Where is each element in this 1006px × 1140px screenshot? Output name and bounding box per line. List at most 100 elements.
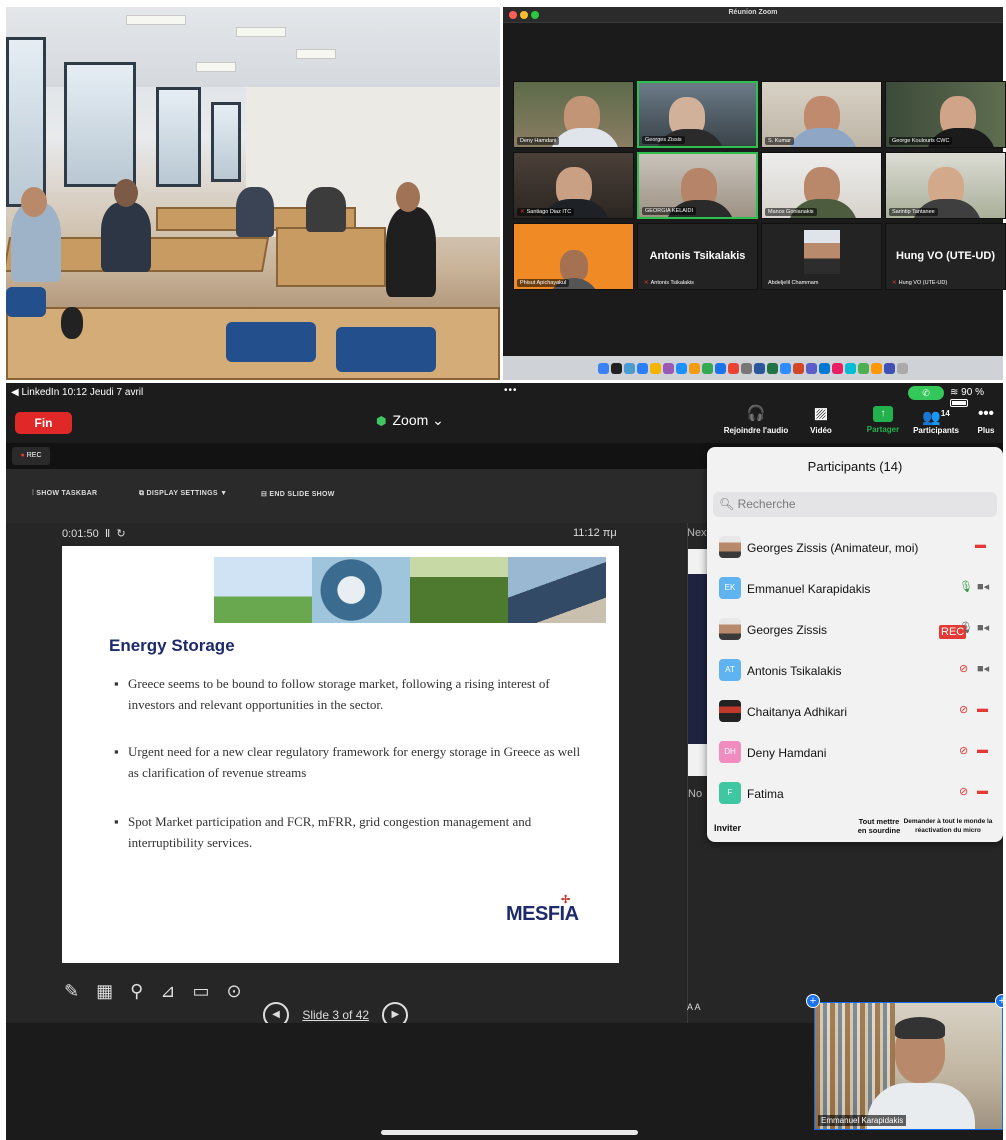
dock-app-icon[interactable] [806, 362, 817, 374]
video-tile-active-speaker[interactable]: Georges Zissis [637, 81, 758, 148]
video-tile[interactable]: George Koulouris CWC [885, 81, 1006, 148]
expand-handle-icon[interactable]: + [806, 994, 820, 1008]
display-icon: ⧉ [139, 490, 147, 497]
see-all-slides-icon[interactable]: ▦ [96, 981, 113, 1001]
self-video-thumbnail[interactable]: Emmanuel Karapidakis [814, 1002, 1003, 1130]
dock-app-icon[interactable] [767, 362, 778, 374]
participant-row[interactable]: F Fatima ⊘ ▬ [713, 776, 997, 812]
trash-icon[interactable] [897, 362, 908, 374]
participant-row[interactable]: Chaitanya Adhikari ⊘ ▬ [713, 694, 997, 730]
video-tile[interactable]: Manos Gonianakis [761, 152, 882, 219]
video-tile[interactable]: Deny Hamdani [513, 81, 634, 148]
pen-icon[interactable]: ✎ [64, 981, 79, 1001]
dock-app-icon[interactable] [845, 362, 856, 374]
participant-row[interactable]: DH Deny Hamdani ⊘ ▬ [713, 735, 997, 771]
notes-label: No [688, 788, 703, 800]
video-tile[interactable]: ✕ Santiago Diaz ITC [513, 152, 634, 219]
meeting-title[interactable]: ⬢ Zoom ⌄ [376, 412, 444, 429]
multitasking-dots[interactable]: ••• [504, 385, 518, 396]
tile-name: Phisut Apichayakul [517, 279, 570, 287]
tile-name: Deny Hamdani [517, 137, 560, 145]
dock-app-icon[interactable] [793, 362, 804, 374]
dock-app-icon[interactable] [637, 362, 648, 374]
dock-app-icon[interactable] [715, 362, 726, 374]
dock-app-icon[interactable] [819, 362, 830, 374]
font-size-controls[interactable]: A A [687, 1002, 701, 1012]
participant-name: Georges Zissis [747, 623, 828, 637]
dock-app-icon[interactable] [754, 362, 765, 374]
window [156, 87, 201, 187]
hair [895, 1017, 945, 1039]
video-tile[interactable]: Abdeljelil Chammam [761, 223, 882, 290]
dock-app-icon[interactable] [624, 362, 635, 374]
laser-pointer-icon[interactable]: ⊿ [160, 981, 175, 1001]
participant-row[interactable]: AT Antonis Tsikalakis ⊘ ■◂ [713, 653, 997, 689]
restart-icon[interactable]: ↻ [116, 528, 125, 540]
dock-app-icon[interactable] [663, 362, 674, 374]
participant-search-input[interactable]: 🔍︎ Recherche [713, 492, 997, 517]
participant-name: Chaitanya Adhikari [747, 705, 848, 719]
ask-all-unmute-button[interactable]: Demander à tout le monde la réactivation… [902, 817, 994, 835]
participants-footer: Inviter Tout mettre en sourdine Demander… [707, 815, 1003, 842]
more-button[interactable]: ••• Plus [972, 405, 1000, 435]
display-settings-button[interactable]: ⧉ DISPLAY SETTINGS ▼ [139, 490, 227, 498]
video-button[interactable]: ▨ Vidéo [804, 405, 838, 435]
participants-button[interactable]: 👥14 Participants [910, 405, 962, 435]
chair [6, 287, 46, 317]
mute-all-button[interactable]: Tout mettre en sourdine [854, 817, 904, 835]
home-indicator[interactable] [381, 1130, 638, 1135]
video-tile[interactable]: Hung VO (UTE-UD) ✕ Hung VO (UTE-UD) [885, 223, 1006, 290]
mic-muted-icon: ⊘ [959, 704, 969, 716]
pause-icon[interactable]: Ⅱ [105, 528, 110, 540]
tile-name: ✕ Antonis Tsikalakis [644, 280, 694, 286]
video-tile[interactable]: Phisut Apichayakul [513, 223, 634, 290]
participants-icon: 👥14 [922, 409, 950, 426]
participant-row[interactable]: EK Emmanuel Karapidakis 🎙︎ ■◂ [713, 571, 997, 607]
dock-app-icon[interactable] [780, 362, 791, 374]
dock-app-icon[interactable] [832, 362, 843, 374]
share-button[interactable]: ↑ Partager [866, 405, 900, 434]
search-icon: 🔍︎ [719, 497, 735, 511]
rec-badge[interactable]: ● REC [12, 447, 50, 465]
participant-row[interactable]: Georges Zissis (Animateur, moi) ▬ [713, 530, 997, 566]
zoom-magnifier-icon[interactable]: ⚲ [130, 981, 143, 1001]
dock-app-icon[interactable] [689, 362, 700, 374]
video-tile[interactable]: Antonis Tsikalakis ✕ Antonis Tsikalakis [637, 223, 758, 290]
macos-dock [503, 356, 1003, 380]
video-tile[interactable]: S. Kumar [761, 81, 882, 148]
ceiling-light [236, 27, 286, 37]
expand-handle-icon[interactable]: + [995, 994, 1003, 1008]
current-time: 11:12 πμ [573, 527, 617, 539]
dock-app-icon[interactable] [650, 362, 661, 374]
mesfia-logo: MESFIA ✢ [506, 894, 579, 925]
video-tile[interactable]: Sarintip Tantanee [885, 152, 1006, 219]
tile-name: GEORGIA KELAIDI [642, 207, 696, 215]
dock-app-icon[interactable] [676, 362, 687, 374]
subtitles-icon[interactable]: ▭ [192, 981, 209, 1001]
dock-app-icon[interactable] [741, 362, 752, 374]
slide-counter[interactable]: Slide 3 of 42 [302, 1008, 369, 1022]
dock-app-icon[interactable] [858, 362, 869, 374]
dock-app-icon[interactable] [871, 362, 882, 374]
dock-app-icon[interactable] [611, 362, 622, 374]
dock-app-icon[interactable] [702, 362, 713, 374]
dock-app-icon[interactable] [728, 362, 739, 374]
dock-app-icon[interactable] [884, 362, 895, 374]
invite-button[interactable]: Inviter [714, 823, 741, 833]
join-audio-button[interactable]: 🎧 Rejoindre l'audio [722, 405, 790, 435]
more-options-icon[interactable]: ⊙ [226, 981, 241, 1001]
tile-name: Sarintip Tantanee [889, 208, 938, 216]
call-indicator[interactable]: ✆ [908, 386, 944, 400]
status-back-app[interactable]: ◀ LinkedIn 10:12 Jeudi 7 avril [11, 387, 143, 398]
show-taskbar-button[interactable]: ⫶ SHOW TASKBAR [32, 490, 97, 498]
tile-display-name: Hung VO (UTE-UD) [896, 250, 995, 262]
slide-bullet: ▪ Urgent need for a new clear regulatory … [114, 744, 581, 780]
avatar [719, 536, 741, 558]
dock-app-icon[interactable] [598, 362, 609, 374]
end-slide-show-button[interactable]: ⊟ END SLIDE SHOW [261, 490, 335, 498]
muted-mic-icon: ✕ [892, 280, 897, 286]
participant-row[interactable]: Georges Zissis REC 🎙︎ ■◂ [713, 612, 997, 648]
wind-turbines-image [214, 557, 312, 623]
end-meeting-button[interactable]: Fin [15, 412, 72, 434]
video-tile[interactable]: GEORGIA KELAIDI [637, 152, 758, 219]
